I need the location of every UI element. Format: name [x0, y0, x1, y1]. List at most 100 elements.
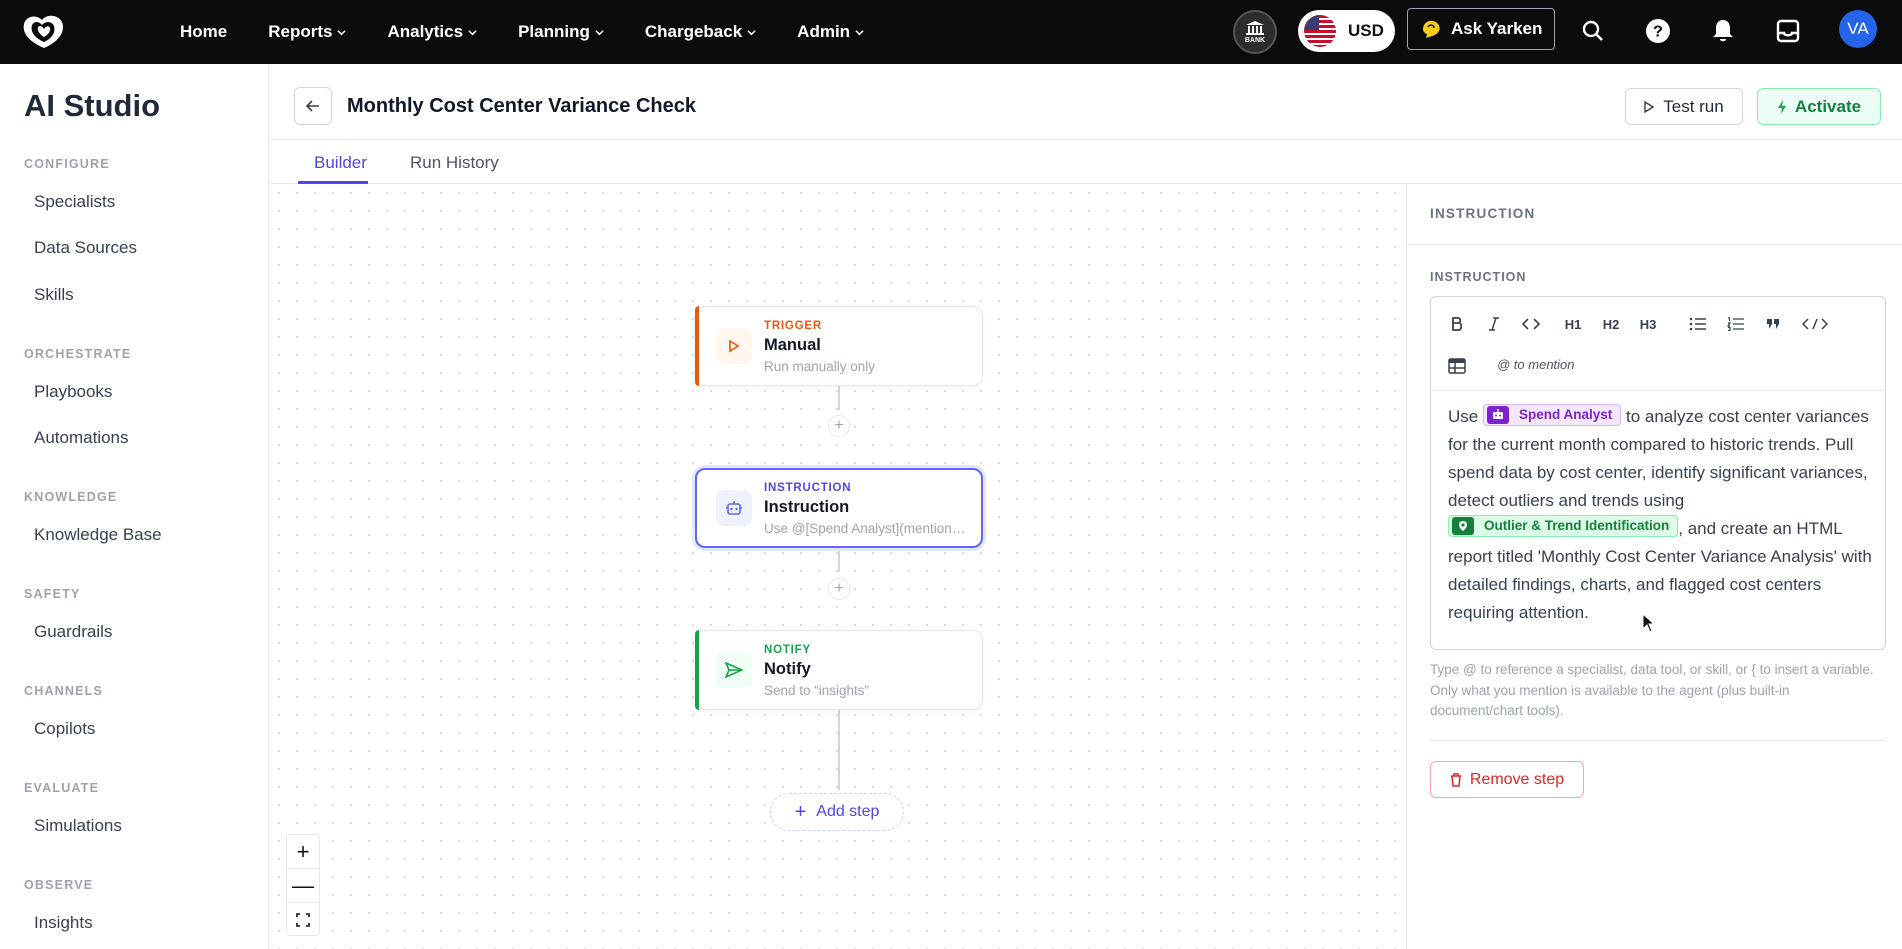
section-evaluate: EVALUATE [24, 781, 100, 795]
page-title: Monthly Cost Center Variance Check [347, 95, 696, 117]
table-icon[interactable] [1443, 352, 1471, 380]
zoom-out-icon[interactable]: — [287, 869, 319, 903]
node-desc: Use @[Spend Analyst](mention:specialist) [764, 521, 969, 536]
sidebar-item-copilots[interactable]: Copilots [34, 719, 95, 739]
sidebar-item-knowledge-base[interactable]: Knowledge Base [34, 525, 162, 545]
section-observe: OBSERVE [24, 878, 94, 892]
heading2-button[interactable]: H2 [1597, 310, 1625, 338]
test-run-button[interactable]: Test run [1625, 88, 1743, 125]
user-avatar[interactable]: VA [1839, 10, 1877, 48]
remove-step-button[interactable]: Remove step [1430, 761, 1584, 798]
tab-run-history[interactable]: Run History [410, 153, 499, 173]
node-name: Notify [764, 660, 811, 678]
tabs-bar: Builder Run History [270, 140, 1902, 184]
bullet-list-icon[interactable] [1684, 310, 1712, 338]
ask-yarken-button[interactable]: Ask Yarken [1407, 8, 1555, 50]
section-knowledge: KNOWLEDGE [24, 490, 118, 504]
code-block-icon[interactable] [1797, 310, 1833, 338]
search-icon[interactable] [1579, 17, 1607, 45]
back-button[interactable] [294, 87, 332, 125]
flow-canvas[interactable]: + + TRIGGER Manual Run manually only INS… [270, 184, 1406, 949]
nav-reports[interactable]: Reports [268, 22, 347, 42]
numbered-list-icon[interactable] [1722, 310, 1750, 338]
mention-hint: @ to mention [1497, 357, 1575, 372]
bold-icon[interactable] [1443, 310, 1471, 338]
svg-text:?: ? [1653, 24, 1663, 41]
instruction-node[interactable]: INSTRUCTION Instruction Use @[Spend Anal… [695, 468, 983, 548]
app-logo-icon[interactable] [20, 12, 68, 52]
currency-label: USD [1348, 21, 1384, 40]
node-type: NOTIFY [764, 644, 811, 656]
inline-code-icon[interactable] [1517, 310, 1545, 338]
trigger-node[interactable]: TRIGGER Manual Run manually only [695, 306, 983, 386]
specialist-mention-chip[interactable]: Spend Analyst [1482, 403, 1622, 426]
editor-toolbar: H1 H2 H3 @ to mention [1431, 297, 1885, 391]
help-icon[interactable]: ? [1644, 17, 1672, 45]
italic-icon[interactable] [1480, 310, 1508, 338]
nav-analytics-label: Analytics [387, 22, 464, 41]
avatar-initials: VA [1847, 19, 1869, 38]
skill-badge-icon [1452, 517, 1474, 535]
add-step-button[interactable]: + Add step [770, 793, 904, 831]
notify-node[interactable]: NOTIFY Notify Send to “insights” [695, 630, 983, 710]
sidebar-item-data-sources[interactable]: Data Sources [34, 238, 137, 258]
skill-mention-chip[interactable]: Outlier & Trend Identification [1448, 515, 1679, 537]
currency-selector[interactable]: USD [1298, 10, 1395, 52]
editor-help-text: Type @ to reference a specialist, data t… [1430, 662, 1874, 718]
sidebar-item-simulations[interactable]: Simulations [34, 816, 122, 836]
ask-yarken-label: Ask Yarken [1451, 19, 1543, 38]
instruction-field-label: INSTRUCTION [1430, 270, 1527, 284]
nav-home[interactable]: Home [180, 22, 227, 42]
activate-button[interactable]: Activate [1757, 88, 1881, 125]
send-icon [716, 652, 752, 688]
node-desc: Run manually only [764, 359, 876, 374]
nav-chargeback-label: Chargeback [644, 22, 743, 41]
tab-builder[interactable]: Builder [314, 153, 367, 173]
blockquote-icon[interactable] [1759, 310, 1787, 338]
nav-planning[interactable]: Planning [518, 22, 604, 42]
sidebar: AI Studio CONFIGURE Specialists Data Sou… [0, 64, 269, 949]
sidebar-item-automations[interactable]: Automations [34, 428, 129, 448]
chevron-down-icon [855, 29, 864, 35]
notifications-bell-icon[interactable] [1709, 17, 1737, 45]
play-icon [716, 328, 752, 364]
panel-heading: INSTRUCTION [1430, 206, 1536, 221]
node-accent-bar [695, 630, 699, 710]
insert-step-button[interactable]: + [828, 415, 850, 437]
bank-selector[interactable]: BANK [1233, 10, 1277, 54]
divider [1430, 740, 1886, 741]
nav-chargeback[interactable]: Chargeback [645, 22, 756, 42]
inbox-icon[interactable] [1774, 17, 1802, 45]
sidebar-item-guardrails[interactable]: Guardrails [34, 622, 112, 642]
nav-analytics[interactable]: Analytics [387, 22, 477, 42]
zoom-in-icon[interactable]: + [287, 835, 319, 869]
sidebar-item-insights[interactable]: Insights [34, 913, 93, 933]
sidebar-item-skills[interactable]: Skills [34, 285, 74, 305]
sidebar-item-specialists[interactable]: Specialists [34, 192, 115, 212]
insert-step-button[interactable]: + [828, 578, 850, 600]
main-nav: Home Reports Analytics Planning Chargeba… [180, 0, 905, 64]
sidebar-title: AI Studio [24, 88, 161, 123]
nav-admin[interactable]: Admin [797, 22, 864, 42]
instruction-text[interactable]: Use Spend Analyst to analyze cost center… [1448, 403, 1872, 627]
bot-icon [1486, 405, 1509, 424]
fit-view-icon[interactable] [287, 903, 319, 937]
activate-label: Activate [1794, 96, 1862, 116]
yarken-logo-icon [1423, 20, 1440, 38]
top-navbar: Home Reports Analytics Planning Chargeba… [0, 0, 1902, 64]
heading3-button[interactable]: H3 [1634, 310, 1662, 338]
heading1-button[interactable]: H1 [1559, 310, 1587, 338]
section-safety: SAFETY [24, 587, 81, 601]
chip-label: Spend Analyst [1518, 406, 1613, 422]
node-type: INSTRUCTION [764, 482, 852, 494]
sidebar-item-playbooks[interactable]: Playbooks [34, 382, 112, 402]
chevron-down-icon [595, 29, 604, 35]
section-channels: CHANNELS [24, 684, 104, 698]
node-desc: Send to “insights” [764, 683, 870, 698]
nav-planning-label: Planning [518, 22, 590, 41]
instruction-editor[interactable]: H1 H2 H3 @ to mention Use Spend Analyst … [1430, 296, 1886, 650]
nav-reports-label: Reports [268, 22, 333, 41]
arrow-left-icon [305, 100, 319, 112]
section-orchestrate: ORCHESTRATE [24, 347, 132, 361]
remove-step-label: Remove step [1469, 770, 1565, 788]
